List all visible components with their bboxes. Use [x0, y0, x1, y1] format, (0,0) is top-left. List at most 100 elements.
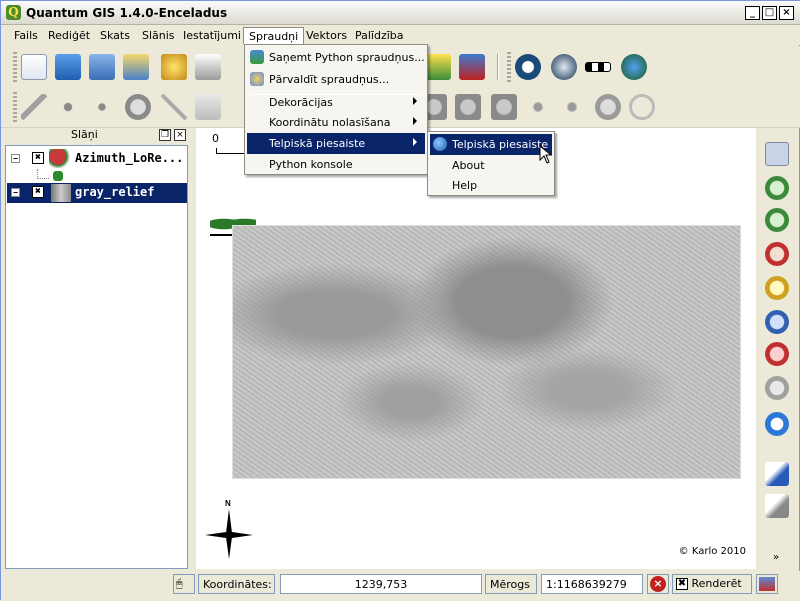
zoom-out-icon[interactable]: [765, 208, 789, 232]
print-icon[interactable]: [195, 54, 221, 80]
menu-item-python-console[interactable]: Python konsole: [247, 154, 425, 175]
menu-plugins[interactable]: Spraudņi: [243, 27, 305, 44]
delete-ring-icon[interactable]: [491, 94, 517, 120]
add-layer-star-icon[interactable]: [425, 54, 451, 80]
new-print-composer-icon[interactable]: [161, 54, 187, 80]
menu-item-label: Saņemt Python spraudņus...: [269, 51, 425, 64]
layer-item-gray-relief[interactable]: − ✖ gray_relief: [7, 183, 187, 203]
tree-connector: [37, 169, 49, 179]
coordinates-field[interactable]: 1239,753: [280, 574, 482, 594]
close-panel-button[interactable]: ×: [174, 129, 186, 141]
expand-toggle-icon[interactable]: −: [11, 188, 20, 197]
menu-vector[interactable]: Vektors: [301, 27, 352, 44]
submenu-item-georeferencer[interactable]: Telpiskā piesaiste: [430, 134, 552, 155]
menu-item-label: Python konsole: [269, 158, 353, 171]
projection-icon[interactable]: [756, 574, 778, 594]
cut-features-icon[interactable]: [161, 94, 187, 120]
zoom-in-icon[interactable]: [765, 176, 789, 200]
gray-relief-raster: [232, 225, 741, 479]
remove-layer-icon[interactable]: [459, 54, 485, 80]
menu-layer[interactable]: Slānis: [137, 27, 180, 44]
qgis-logo-icon: Q: [6, 5, 21, 20]
save-as-icon[interactable]: [123, 54, 149, 80]
menu-item-decorations[interactable]: Dekorācijas: [247, 92, 425, 113]
toolbar-grip[interactable]: [13, 92, 17, 122]
menu-item-label: Dekorācijas: [269, 96, 333, 109]
zoom-full-icon[interactable]: [765, 242, 789, 266]
menu-item-label: Pārvaldīt spraudņus...: [269, 73, 390, 86]
float-panel-button[interactable]: ❐: [159, 129, 171, 141]
toggle-editing-icon[interactable]: [21, 94, 47, 120]
toolbar-grip[interactable]: [507, 52, 511, 82]
layer-visibility-checkbox[interactable]: ✖: [32, 186, 44, 198]
menu-help[interactable]: Palīdzība: [350, 27, 409, 44]
georeferencer-submenu: Telpiskā piesaiste About Help: [427, 131, 555, 196]
maximize-button[interactable]: □: [762, 6, 777, 20]
zoom-to-selection-icon[interactable]: [765, 276, 789, 300]
menu-view[interactable]: Skats: [95, 27, 135, 44]
new-project-icon[interactable]: [21, 54, 47, 80]
menu-item-manage-plugins[interactable]: Pārvaldīt spraudņus...: [247, 69, 425, 90]
menu-bar: Fails Rediģēt Skats Slānis Iestatījumi S…: [1, 25, 800, 45]
north-arrow-icon[interactable]: [551, 54, 577, 80]
scale-bar-icon[interactable]: [585, 62, 611, 72]
qgis-window: Q Quantum GIS 1.4.0-Enceladus _ □ × Fail…: [0, 0, 800, 601]
map-copyright-label: © Karlo 2010: [678, 546, 746, 557]
more-tools-chevron-icon[interactable]: »: [773, 552, 779, 563]
move-feature-icon[interactable]: [55, 94, 81, 120]
zoom-next-icon[interactable]: [765, 376, 789, 400]
refresh-icon[interactable]: [765, 412, 789, 436]
copy-features-icon[interactable]: [195, 94, 221, 120]
menu-item-fetch-python-plugins[interactable]: Saņemt Python spraudņus...: [247, 47, 425, 68]
open-project-icon[interactable]: [55, 54, 81, 80]
expand-toggle-icon[interactable]: −: [11, 154, 20, 163]
identify-features-icon[interactable]: [765, 462, 789, 486]
pan-hand-icon[interactable]: [765, 142, 789, 166]
submenu-item-help[interactable]: Help: [430, 175, 552, 196]
menu-file[interactable]: Fails: [9, 27, 43, 44]
georeferencer-globe-icon[interactable]: [621, 54, 647, 80]
render-checkbox[interactable]: ✖: [676, 578, 688, 590]
menu-item-coordinate-capture[interactable]: Koordinātu nolasīšana: [247, 112, 425, 133]
submenu-arrow-icon: [413, 117, 417, 125]
menu-item-georeferencer[interactable]: Telpiskā piesaiste: [247, 133, 425, 154]
submenu-arrow-icon: [413, 138, 417, 146]
toolbar-grip[interactable]: [13, 52, 17, 82]
save-project-icon[interactable]: [89, 54, 115, 80]
close-button[interactable]: ×: [779, 6, 794, 20]
layer-name: Azimuth_LoRe...: [75, 151, 184, 165]
reshape-features-icon[interactable]: [525, 94, 551, 120]
layers-tree[interactable]: − ✖ Azimuth_LoRe... − ✖ gray_relief: [5, 145, 188, 569]
toggle-extents-icon[interactable]: 🖱: [173, 574, 195, 594]
menu-edit[interactable]: Rediģēt: [43, 27, 95, 44]
zoom-last-icon[interactable]: [765, 342, 789, 366]
rotate-symbol-icon[interactable]: [629, 94, 655, 120]
copyright-label-icon[interactable]: [515, 54, 541, 80]
submenu-item-about[interactable]: About: [430, 155, 552, 176]
stop-render-icon[interactable]: ×: [647, 574, 669, 594]
title-bar: Q Quantum GIS 1.4.0-Enceladus _ □ ×: [1, 1, 800, 25]
node-tool-icon[interactable]: [89, 94, 115, 120]
layer-visibility-checkbox[interactable]: ✖: [32, 152, 44, 164]
render-label: Renderēt: [691, 577, 742, 590]
delete-selected-icon[interactable]: [125, 94, 151, 120]
add-island-icon[interactable]: [455, 94, 481, 120]
globe-icon: [433, 137, 447, 151]
select-features-icon[interactable]: [765, 494, 789, 518]
layer-name: gray_relief: [75, 185, 155, 199]
render-toggle[interactable]: ✖ Renderēt: [672, 574, 752, 594]
plugins-dropdown-menu: Saņemt Python spraudņus... Pārvaldīt spr…: [244, 44, 428, 175]
map-navigation-toolbar: »: [759, 128, 797, 569]
scale-bar-label: 0: [212, 132, 219, 145]
minimize-button[interactable]: _: [745, 6, 760, 20]
merge-features-icon[interactable]: [595, 94, 621, 120]
menu-settings[interactable]: Iestatījumi: [178, 27, 246, 44]
layer-item-azimuth[interactable]: − ✖ Azimuth_LoRe...: [7, 149, 187, 181]
layers-panel-title: Slāņi: [71, 128, 98, 141]
split-features-icon[interactable]: [559, 94, 585, 120]
scale-field[interactable]: 1:1168639279: [541, 574, 643, 594]
zoom-to-layer-icon[interactable]: [765, 310, 789, 334]
north-arrow-icon: N: [205, 499, 253, 559]
mouse-cursor-icon: [539, 145, 553, 164]
status-bar: 🖱 Koordinātes: 1239,753 Mērogs 1:1168639…: [1, 571, 800, 601]
